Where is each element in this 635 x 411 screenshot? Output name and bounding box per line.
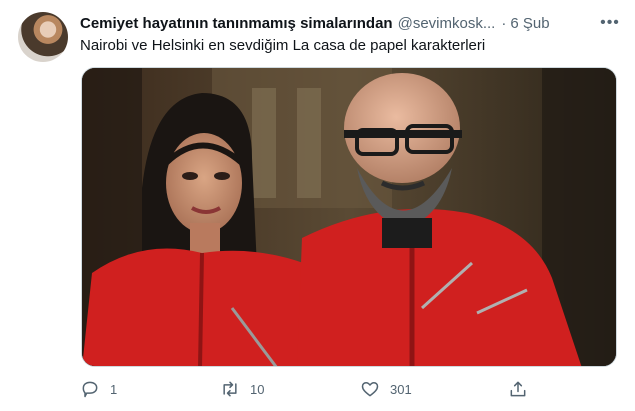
tweet-date[interactable]: 6 Şub — [510, 15, 549, 32]
share-button[interactable] — [508, 376, 528, 402]
tweet-text: Nairobi ve Helsinki en sevdiğim La casa … — [80, 37, 486, 54]
heart-icon — [361, 382, 379, 397]
tweet-card[interactable]: Cemiyet hayatının tanınmamış simalarında… — [0, 0, 635, 411]
author-name[interactable]: Cemiyet hayatının tanınmamış simalarında… — [80, 15, 393, 32]
like-count: 301 — [390, 381, 412, 397]
retweet-icon — [223, 381, 237, 397]
author-handle[interactable]: @sevimkosk... — [398, 15, 496, 32]
reply-icon — [82, 381, 98, 398]
separator-dot: · — [501, 14, 507, 32]
photo-illustration — [82, 68, 616, 366]
more-horizontal-icon[interactable]: ••• — [599, 12, 621, 34]
tweet-actions: 1 10 301 — [80, 376, 540, 402]
reply-button[interactable]: 1 — [80, 376, 117, 402]
share-icon — [510, 381, 526, 397]
retweet-button[interactable]: 10 — [220, 376, 264, 402]
reply-count: 1 — [110, 381, 118, 397]
tweet-media-image[interactable] — [81, 67, 617, 367]
like-button[interactable]: 301 — [360, 376, 412, 402]
avatar[interactable] — [18, 12, 68, 62]
tweet-header: Cemiyet hayatının tanınmamış simalarında… — [80, 12, 621, 34]
retweet-count: 10 — [250, 381, 265, 397]
